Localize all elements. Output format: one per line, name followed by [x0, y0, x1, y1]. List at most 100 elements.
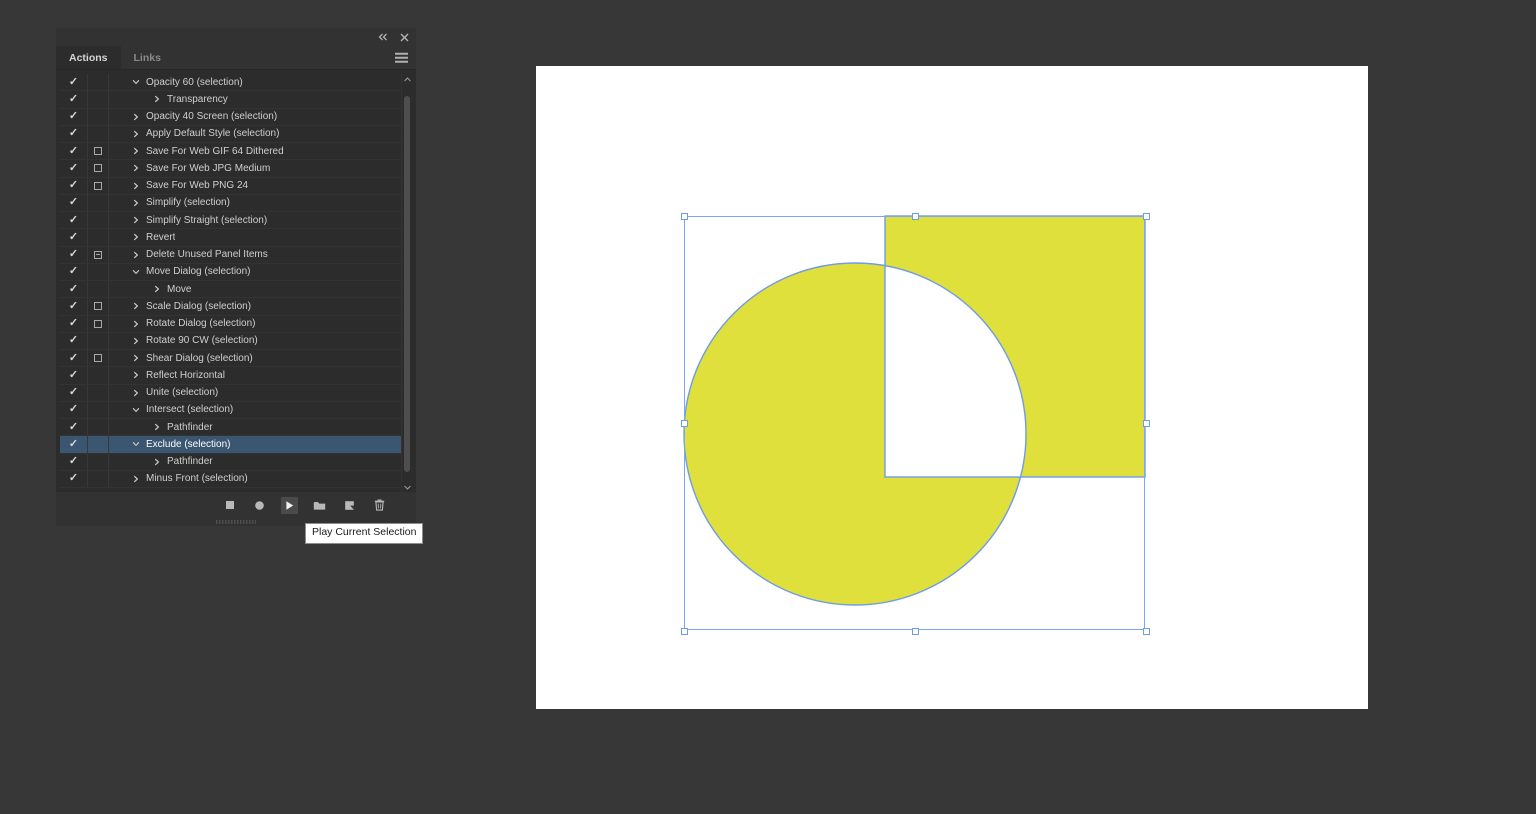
- action-enabled-toggle[interactable]: ✓: [60, 335, 87, 346]
- delete-selection-button[interactable]: [371, 497, 388, 514]
- action-enabled-toggle[interactable]: ✓: [60, 318, 87, 329]
- action-enabled-toggle[interactable]: ✓: [60, 249, 87, 260]
- action-row[interactable]: ✓ Pathfinder: [60, 419, 401, 437]
- modal-dialog-toggle[interactable]: [87, 177, 109, 194]
- action-row[interactable]: ✓ Simplify (selection): [60, 194, 401, 212]
- panel-titlebar[interactable]: [56, 28, 416, 46]
- modal-dialog-toggle[interactable]: [87, 470, 109, 487]
- chevron-right-icon[interactable]: [130, 216, 141, 224]
- action-enabled-toggle[interactable]: ✓: [60, 404, 87, 415]
- chevron-right-icon[interactable]: [130, 302, 141, 310]
- action-row[interactable]: ✓ Simplify Straight (selection): [60, 212, 401, 230]
- action-row[interactable]: ✓ Save For Web JPG Medium: [60, 160, 401, 178]
- modal-dialog-toggle[interactable]: [87, 263, 109, 280]
- modal-dialog-toggle[interactable]: [87, 384, 109, 401]
- chevron-right-icon[interactable]: [130, 199, 141, 207]
- scrollbar-thumb[interactable]: [404, 96, 410, 472]
- modal-dialog-toggle[interactable]: [87, 436, 109, 453]
- double-chevron-left-icon[interactable]: [378, 33, 388, 41]
- chevron-right-icon[interactable]: [130, 233, 141, 241]
- action-enabled-toggle[interactable]: ✓: [60, 352, 87, 364]
- begin-recording-button[interactable]: [251, 497, 268, 514]
- stop-button[interactable]: [221, 497, 238, 514]
- action-row[interactable]: ✓ Minus Front (selection): [60, 470, 401, 488]
- chevron-down-icon[interactable]: [130, 406, 141, 414]
- action-row[interactable]: ✓ Intersect (selection): [60, 401, 401, 419]
- action-enabled-toggle[interactable]: ✓: [60, 145, 87, 157]
- modal-dialog-toggle[interactable]: [87, 229, 109, 246]
- action-row[interactable]: ✓ Exclude (selection): [60, 436, 401, 454]
- close-icon[interactable]: [400, 33, 409, 42]
- chevron-right-icon[interactable]: [130, 147, 141, 155]
- action-row[interactable]: ✓ Opacity 40 Screen (selection): [60, 108, 401, 126]
- modal-dialog-toggle[interactable]: [87, 194, 109, 211]
- modal-dialog-toggle[interactable]: [87, 367, 109, 384]
- chevron-up-icon[interactable]: [402, 74, 412, 84]
- chevron-right-icon[interactable]: [151, 423, 162, 431]
- modal-dialog-toggle[interactable]: [87, 160, 109, 177]
- action-row[interactable]: ✓ Revert: [60, 229, 401, 247]
- action-enabled-toggle[interactable]: ✓: [60, 231, 87, 243]
- modal-dialog-toggle[interactable]: [87, 315, 109, 332]
- action-enabled-toggle[interactable]: ✓: [60, 266, 87, 277]
- chevron-down-icon[interactable]: [130, 440, 141, 448]
- action-enabled-toggle[interactable]: ✓: [60, 162, 87, 174]
- modal-dialog-toggle[interactable]: [87, 143, 109, 160]
- action-enabled-toggle[interactable]: ✓: [60, 456, 87, 467]
- artboard-canvas[interactable]: [536, 66, 1368, 709]
- action-enabled-toggle[interactable]: ✓: [60, 421, 87, 433]
- action-enabled-toggle[interactable]: ✓: [60, 93, 87, 105]
- chevron-right-icon[interactable]: [130, 251, 141, 259]
- action-enabled-toggle[interactable]: ✓: [60, 300, 87, 312]
- modal-dialog-toggle[interactable]: [87, 332, 109, 349]
- chevron-down-icon[interactable]: [130, 268, 141, 276]
- chevron-right-icon[interactable]: [130, 130, 141, 138]
- modal-dialog-toggle[interactable]: [87, 91, 109, 108]
- action-enabled-toggle[interactable]: ✓: [60, 197, 87, 208]
- action-enabled-toggle[interactable]: ✓: [60, 111, 87, 122]
- modal-dialog-toggle[interactable]: [87, 246, 109, 263]
- action-enabled-toggle[interactable]: ✓: [60, 76, 87, 88]
- chevron-down-icon[interactable]: [130, 78, 141, 86]
- exclude-pathfinder-artwork[interactable]: [536, 66, 1368, 709]
- hamburger-menu-icon[interactable]: [395, 50, 408, 65]
- action-row[interactable]: ✓ Delete Unused Panel Items: [60, 246, 401, 264]
- action-row[interactable]: ✓ Rotate Dialog (selection): [60, 315, 401, 333]
- chevron-right-icon[interactable]: [130, 354, 141, 362]
- modal-dialog-toggle[interactable]: [87, 419, 109, 436]
- action-row[interactable]: ✓ Shear Dialog (selection): [60, 350, 401, 368]
- action-enabled-toggle[interactable]: ✓: [60, 214, 87, 226]
- panel-tab-bar[interactable]: Actions Links: [56, 46, 416, 69]
- action-row[interactable]: ✓ Opacity 60 (selection): [60, 74, 401, 92]
- chevron-right-icon[interactable]: [130, 371, 141, 379]
- chevron-right-icon[interactable]: [130, 389, 141, 397]
- action-enabled-toggle[interactable]: ✓: [60, 438, 87, 450]
- chevron-right-icon[interactable]: [151, 95, 162, 103]
- action-row[interactable]: ✓ Save For Web PNG 24: [60, 177, 401, 195]
- modal-dialog-toggle[interactable]: [87, 125, 109, 142]
- chevron-right-icon[interactable]: [130, 182, 141, 190]
- action-row[interactable]: ✓ Move Dialog (selection): [60, 263, 401, 281]
- modal-dialog-toggle[interactable]: [87, 212, 109, 229]
- chevron-right-icon[interactable]: [130, 164, 141, 172]
- chevron-right-icon[interactable]: [151, 458, 162, 466]
- modal-dialog-toggle[interactable]: [87, 453, 109, 470]
- chevron-right-icon[interactable]: [130, 475, 141, 483]
- action-enabled-toggle[interactable]: ✓: [60, 387, 87, 398]
- create-new-action-button[interactable]: [341, 497, 358, 514]
- chevron-right-icon[interactable]: [151, 285, 162, 293]
- actions-list[interactable]: ✓ Opacity 60 (selection) ✓ Transparency ✓ Opa…: [60, 74, 401, 492]
- create-new-set-button[interactable]: [311, 497, 328, 514]
- action-enabled-toggle[interactable]: ✓: [60, 473, 87, 484]
- action-row[interactable]: ✓ Apply Default Style (selection): [60, 125, 401, 143]
- action-enabled-toggle[interactable]: ✓: [60, 180, 87, 191]
- action-row[interactable]: ✓ Move: [60, 281, 401, 299]
- action-row[interactable]: ✓ Scale Dialog (selection): [60, 298, 401, 316]
- action-row[interactable]: ✓ Unite (selection): [60, 384, 401, 402]
- play-current-selection-button[interactable]: [281, 496, 298, 514]
- tab-actions[interactable]: Actions: [56, 46, 121, 69]
- action-row[interactable]: ✓ Save For Web GIF 64 Dithered: [60, 143, 401, 161]
- actions-list-scrollbar[interactable]: [401, 74, 412, 492]
- chevron-right-icon[interactable]: [130, 320, 141, 328]
- modal-dialog-toggle[interactable]: [87, 108, 109, 125]
